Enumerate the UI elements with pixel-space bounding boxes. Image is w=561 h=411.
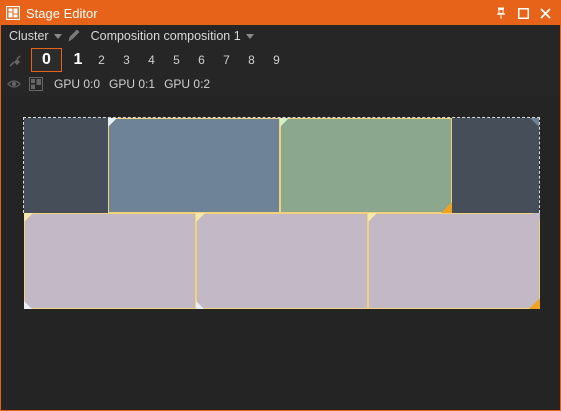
- toolbar-row-numbers: 0 1 2 3 4 5 6 7 8 9: [1, 47, 560, 73]
- gpu-item[interactable]: GPU 0:1: [109, 77, 155, 91]
- stage-editor-window: Stage Editor Cluster Composition composi…: [0, 0, 561, 411]
- corner-marker: [529, 298, 540, 309]
- tile-bottom-3[interactable]: [368, 213, 540, 309]
- number-button-2[interactable]: 2: [89, 53, 114, 67]
- cluster-dropdown[interactable]: Cluster: [9, 29, 62, 43]
- eye-icon[interactable]: [7, 79, 21, 89]
- number-button-8[interactable]: 8: [239, 53, 264, 67]
- tile-bottom-1[interactable]: [24, 213, 196, 309]
- title-bar[interactable]: Stage Editor: [1, 1, 560, 25]
- number-button-7[interactable]: 7: [214, 53, 239, 67]
- brush-icon[interactable]: [9, 53, 27, 67]
- composition-dropdown[interactable]: Composition composition 1: [91, 29, 254, 43]
- number-button-3[interactable]: 3: [114, 53, 139, 67]
- corner-marker: [532, 213, 540, 221]
- corner-marker: [24, 213, 33, 222]
- layout-grid-icon[interactable]: [29, 77, 43, 91]
- corner-marker: [24, 301, 32, 309]
- number-button-1[interactable]: 1: [67, 51, 89, 69]
- tile-green[interactable]: [280, 118, 452, 213]
- tile-slate-blue[interactable]: [108, 118, 280, 213]
- number-button-5[interactable]: 5: [164, 53, 189, 67]
- corner-marker: [196, 301, 204, 309]
- window-title: Stage Editor: [26, 5, 98, 21]
- gpu-item[interactable]: GPU 0:0: [54, 77, 100, 91]
- number-selector: 0 1 2 3 4 5 6 7 8 9: [31, 48, 289, 72]
- close-icon: [539, 7, 551, 19]
- gpu-list: GPU 0:0 GPU 0:1 GPU 0:2: [54, 77, 219, 91]
- pin-icon: [497, 7, 505, 19]
- corner-marker: [108, 118, 117, 127]
- number-button-0[interactable]: 0: [31, 48, 62, 72]
- corner-marker: [441, 202, 452, 213]
- tile-dark-right[interactable]: [452, 118, 539, 213]
- pin-button[interactable]: [490, 1, 512, 25]
- stage-canvas[interactable]: [1, 96, 560, 410]
- chevron-down-icon: [245, 34, 254, 39]
- chevron-down-icon: [53, 34, 62, 39]
- number-button-6[interactable]: 6: [189, 53, 214, 67]
- composition-label: Composition composition 1: [90, 29, 241, 43]
- maximize-button[interactable]: [512, 1, 534, 25]
- pencil-icon[interactable]: [68, 29, 80, 43]
- corner-marker: [196, 213, 205, 222]
- close-button[interactable]: [534, 1, 556, 25]
- gpu-item[interactable]: GPU 0:2: [164, 77, 210, 91]
- tile-bottom-2[interactable]: [196, 213, 368, 309]
- toolbar-row-gpus: GPU 0:0 GPU 0:1 GPU 0:2: [1, 73, 560, 95]
- stage-editor-app-icon: [5, 5, 21, 21]
- toolbar-row-cluster: Cluster Composition composition 1: [1, 25, 560, 47]
- number-button-4[interactable]: 4: [139, 53, 164, 67]
- number-button-9[interactable]: 9: [264, 53, 289, 67]
- maximize-icon: [517, 7, 529, 19]
- corner-marker: [530, 118, 539, 127]
- tile-dark-left[interactable]: [24, 118, 108, 213]
- corner-marker: [368, 213, 377, 222]
- corner-marker: [280, 118, 289, 127]
- cluster-label: Cluster: [9, 29, 49, 43]
